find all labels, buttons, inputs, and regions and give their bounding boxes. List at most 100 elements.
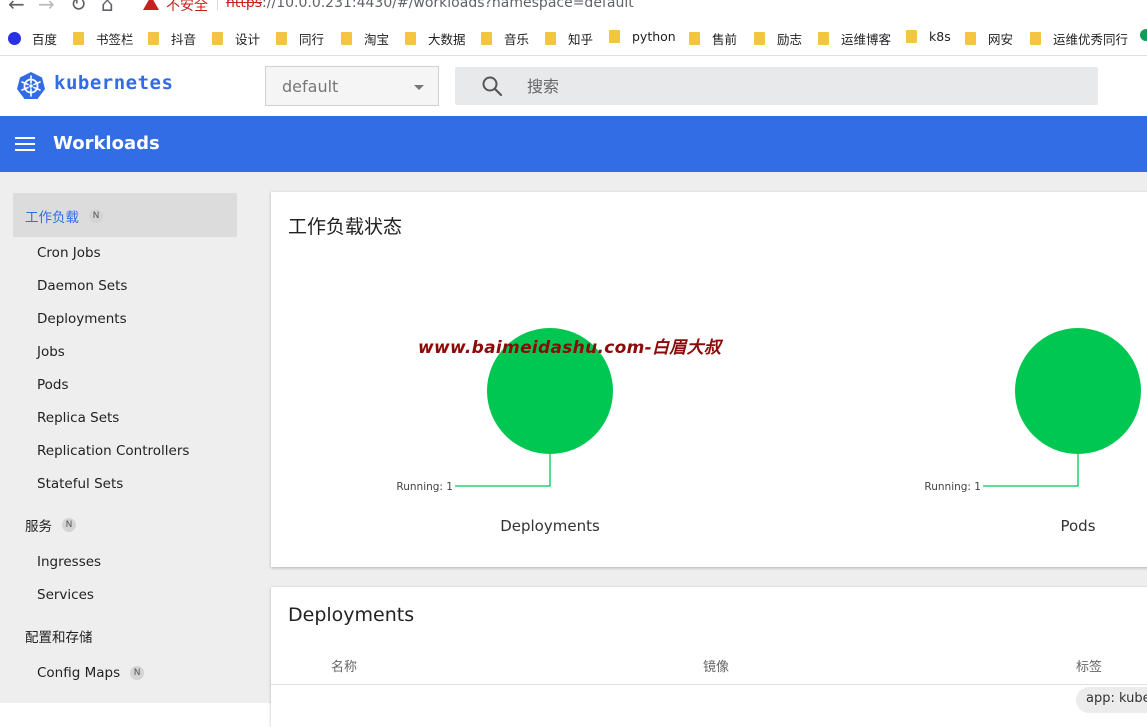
folder-icon xyxy=(965,32,976,45)
sidebar-item-stateful-sets[interactable]: Stateful Sets xyxy=(37,476,123,492)
sidebar-item-pods[interactable]: Pods xyxy=(37,377,69,393)
url-separator xyxy=(217,0,218,10)
bookmark-label: 售前 xyxy=(712,32,738,47)
url-scheme: https xyxy=(226,0,263,11)
bookmark-folder[interactable]: 运维优秀同行 xyxy=(1030,29,1128,48)
bookmark-folder[interactable]: 淘宝 xyxy=(341,29,389,48)
bookmark-folder[interactable]: 售前 xyxy=(689,29,737,48)
folder-icon xyxy=(276,32,287,45)
page-title: Workloads xyxy=(53,133,160,154)
column-header-name[interactable]: 名称 xyxy=(331,656,357,675)
browser-url-row: ← → ↻ ⌂ 不安全 https://10.0.0.231:4430/#/wo… xyxy=(0,0,1147,19)
folder-icon xyxy=(754,32,765,45)
main-area: 工作负载 N Cron Jobs Daemon Sets Deployments… xyxy=(0,172,1147,727)
back-arrow-icon[interactable]: ← xyxy=(8,0,25,14)
search-icon xyxy=(482,76,503,97)
folder-icon xyxy=(818,32,829,45)
bookmark-folder[interactable]: 设计 xyxy=(212,29,260,48)
sidebar-item-cron-jobs[interactable]: Cron Jobs xyxy=(37,245,101,261)
bookmarks-bar: 百度 书签栏 抖音 设计 同行 淘宝 大数据 音乐 知乎 python 售前 励… xyxy=(0,19,1147,56)
running-count-label: Running: 1 xyxy=(924,481,981,493)
sidebar-item-config-storage[interactable]: 配置和存储 xyxy=(25,626,93,646)
card-title: Deployments xyxy=(288,604,415,626)
bookmark-label: 书签栏 xyxy=(96,32,134,47)
sidebar: 工作负载 N Cron Jobs Daemon Sets Deployments… xyxy=(0,172,250,703)
folder-icon xyxy=(341,32,352,45)
folder-icon xyxy=(609,30,620,43)
dropdown-caret-icon xyxy=(414,85,424,90)
search-input[interactable] xyxy=(527,73,1067,99)
bookmark-label: python xyxy=(632,29,676,44)
sidebar-item-replication-controllers[interactable]: Replication Controllers xyxy=(37,443,189,459)
bookmark-folder[interactable]: 运维博客 xyxy=(818,29,891,48)
bookmark-label: k8s xyxy=(929,29,951,44)
bookmark-label: 抖音 xyxy=(171,32,197,47)
status-charts: Running: 1 Running: 1 xyxy=(396,328,1141,493)
leader-line xyxy=(455,454,551,487)
sidebar-item-label: Config Maps xyxy=(37,665,121,681)
folder-icon xyxy=(1030,32,1041,45)
brand-name[interactable]: kubernetes xyxy=(54,72,173,94)
bookmark-label: 百度 xyxy=(32,32,58,47)
security-warning-text[interactable]: 不安全 xyxy=(166,0,208,15)
bookmark-folder[interactable]: 同行 xyxy=(276,29,324,48)
pie-slice-running[interactable] xyxy=(1015,328,1141,454)
chart-label-deployments: Deployments xyxy=(500,517,600,535)
namespace-value: default xyxy=(282,77,339,96)
namespace-select[interactable]: default xyxy=(265,66,439,106)
bookmark-folder[interactable]: python xyxy=(609,29,676,44)
url-path: ://10.0.0.231:4430/#/workloads?namespace… xyxy=(262,0,634,11)
app-header: kubernetes default xyxy=(0,56,1147,116)
warning-triangle-icon[interactable] xyxy=(143,0,159,10)
deployments-card: Deployments 名称 镜像 标签 app: kuber xyxy=(271,587,1147,727)
sidebar-item-daemon-sets[interactable]: Daemon Sets xyxy=(37,278,127,294)
extension-icon xyxy=(1140,29,1147,41)
bookmark-label: 运维优秀同行 xyxy=(1053,32,1129,47)
bookmark-label: 淘宝 xyxy=(364,32,390,47)
sidebar-item-label: 服务 xyxy=(25,519,52,535)
sidebar-item-config-maps[interactable]: Config Maps N xyxy=(37,665,145,681)
watermark-text: www.baimeidashu.com-白眉大叔 xyxy=(418,338,722,358)
bookmark-label: 音乐 xyxy=(504,32,530,47)
bookmark-folder[interactable]: 知乎 xyxy=(545,29,593,48)
bookmark-folder[interactable]: 网安 xyxy=(965,29,1013,48)
bookmark-label: 知乎 xyxy=(568,32,594,47)
bookmark-folder[interactable]: k8s xyxy=(906,29,951,44)
bookmark-label: 励志 xyxy=(777,32,803,47)
menu-icon[interactable] xyxy=(15,137,35,151)
column-header-image: 镜像 xyxy=(703,660,730,675)
bookmark-folder[interactable]: 抖音 xyxy=(148,29,196,48)
address-bar[interactable]: https://10.0.0.231:4430/#/workloads?name… xyxy=(226,0,634,11)
sidebar-item-label: 工作负载 xyxy=(25,210,79,226)
sidebar-item-services-group[interactable]: 服务 N xyxy=(25,515,76,535)
sidebar-item-replica-sets[interactable]: Replica Sets xyxy=(37,410,119,426)
sidebar-item-jobs[interactable]: Jobs xyxy=(37,344,65,360)
bookmark-folder[interactable]: 音乐 xyxy=(481,29,529,48)
kubernetes-logo-icon[interactable] xyxy=(16,71,46,101)
sidebar-item-label: 配置和存储 xyxy=(25,630,93,646)
home-icon[interactable]: ⌂ xyxy=(101,0,114,14)
bookmark-extension[interactable] xyxy=(1140,29,1147,41)
folder-icon xyxy=(148,32,159,45)
label-chip: app: kuber xyxy=(1076,687,1147,713)
folder-icon xyxy=(481,32,492,45)
folder-icon xyxy=(689,32,700,45)
sidebar-item-services[interactable]: Services xyxy=(37,587,94,603)
bookmark-baidu[interactable]: 百度 xyxy=(8,29,57,48)
forward-arrow-icon[interactable]: → xyxy=(38,0,55,14)
search-box[interactable] xyxy=(455,67,1098,105)
folder-icon xyxy=(545,32,556,45)
leader-line xyxy=(983,454,1079,487)
sidebar-item-workloads[interactable]: 工作负载 N xyxy=(25,206,103,226)
sidebar-item-deployments[interactable]: Deployments xyxy=(37,311,127,327)
reload-icon[interactable]: ↻ xyxy=(70,0,87,14)
bookmark-label: 大数据 xyxy=(428,32,466,47)
bookmark-folder[interactable]: 书签栏 xyxy=(73,29,134,48)
namespaced-badge: N xyxy=(89,209,103,223)
workload-status-card: 工作负载状态 Running: 1 Running: 1 Deployments … xyxy=(271,192,1147,567)
sidebar-item-ingresses[interactable]: Ingresses xyxy=(37,554,101,570)
table-divider xyxy=(271,684,1147,685)
bookmark-folder[interactable]: 励志 xyxy=(754,29,802,48)
column-header-labels: 标签 xyxy=(1076,660,1103,675)
bookmark-folder[interactable]: 大数据 xyxy=(405,29,466,48)
